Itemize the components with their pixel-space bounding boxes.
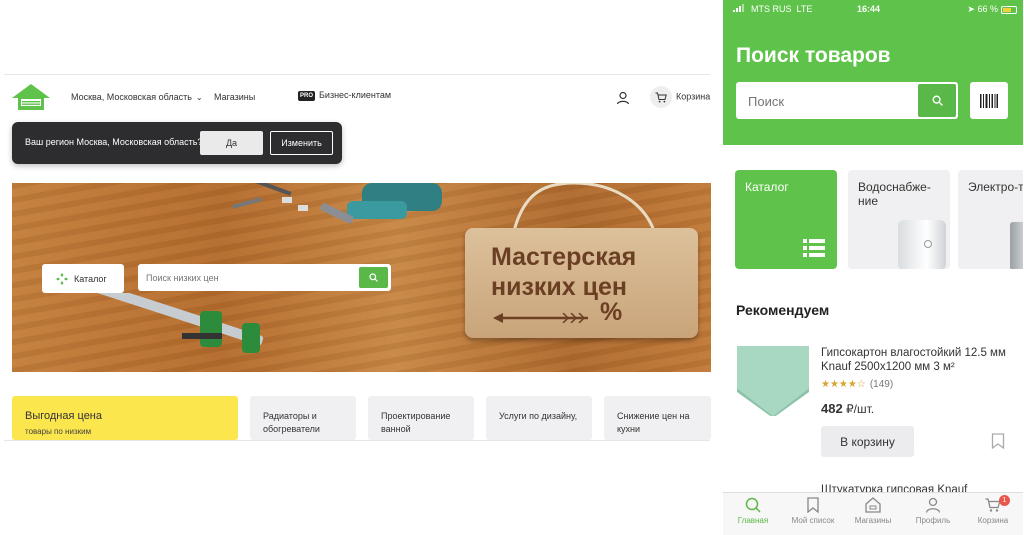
desktop-header: Москва, Московская область ⌄ Магазины PRO… (10, 84, 710, 114)
carrier-info: MTS RUS LTE (733, 4, 812, 14)
arrow-left-icon (493, 313, 588, 323)
change-region-button[interactable]: Изменить (270, 131, 333, 155)
catalog-label: Каталог (74, 273, 107, 284)
battery-info: ➤ 66 % (967, 4, 1017, 15)
network-type: LTE (796, 4, 813, 14)
sign-line-1: Мастерская (491, 243, 637, 271)
banner-search-button[interactable] (359, 267, 388, 288)
tile-subtitle: товары по низким (25, 427, 92, 436)
battery-icon (1001, 5, 1017, 14)
product-image[interactable] (737, 346, 809, 416)
tools-illustration (232, 183, 442, 224)
mobile-search-button[interactable] (918, 84, 956, 117)
tab-label: Мой список (791, 516, 835, 525)
tile-kitchen-discount[interactable]: Снижение цен на кухни (604, 396, 711, 440)
electrical-image (1010, 222, 1023, 269)
tile-bathroom-design[interactable]: Проектирование ванной (368, 396, 474, 440)
add-to-cart-button[interactable]: В корзину (821, 426, 914, 457)
tab-home[interactable]: Главная (723, 497, 783, 525)
rating-count: (149) (869, 379, 894, 390)
category-label: Каталог (745, 180, 789, 194)
leroy-merlin-logo[interactable] (12, 84, 50, 112)
category-catalog[interactable]: Каталог (735, 170, 837, 269)
cart-icon (650, 86, 672, 108)
search-icon (369, 273, 378, 282)
location-icon: ➤ (967, 4, 975, 14)
tab-label: Профиль (915, 516, 951, 525)
price-value: 482 (821, 401, 843, 416)
tab-my-list[interactable]: Мой список (783, 497, 843, 525)
profile-icon (925, 497, 941, 513)
mobile-app: MTS RUS LTE 16:44 ➤ 66 % Поиск товаров П… (723, 0, 1023, 535)
category-label: Водоснабже-ние (858, 180, 931, 208)
battery-percent: 66 % (977, 4, 998, 14)
desktop-site: Москва, Московская область ⌄ Магазины PRO… (0, 0, 716, 535)
product-price: 482 ₽/шт. (821, 401, 874, 416)
star-rating-icon: ★★★★☆ (821, 379, 866, 390)
mobile-search (736, 82, 958, 119)
tab-cart[interactable]: 1 Корзина (963, 495, 1023, 525)
mobile-header: MTS RUS LTE 16:44 ➤ 66 % Поиск товаров (723, 0, 1023, 145)
category-label: Электро-товары (968, 180, 1023, 194)
mobile-page-title: Поиск товаров (736, 44, 891, 67)
category-water-supply[interactable]: Водоснабже-ние (848, 170, 950, 269)
confirm-region-button[interactable]: Да (200, 131, 263, 155)
store-icon (865, 497, 881, 513)
chevron-down-icon: ⌄ (195, 93, 203, 102)
user-icon[interactable] (616, 91, 630, 105)
sign-rope (512, 183, 656, 231)
list-icon (803, 239, 825, 257)
header-divider (4, 74, 710, 75)
tab-label: Магазины (854, 516, 892, 525)
price-unit: ₽/шт. (846, 402, 875, 416)
signal-icon (733, 4, 744, 12)
banner-search (138, 264, 391, 291)
tab-stores[interactable]: Магазины (843, 497, 903, 525)
status-time: 16:44 (857, 4, 881, 14)
content-divider (4, 440, 710, 441)
sign-percent: % (600, 298, 623, 326)
cart-count-badge: 1 (999, 495, 1010, 506)
tab-label: Главная (737, 516, 769, 525)
tile-radiators[interactable]: Радиаторы и обогреватели (250, 396, 356, 440)
promo-sign: Мастерская низких цен % (465, 228, 698, 338)
status-bar: MTS RUS LTE 16:44 ➤ 66 % (723, 0, 1023, 18)
bookmark-icon (807, 497, 819, 513)
product-name[interactable]: Гипсокартон влагостойкий 12.5 мм Knauf 2… (821, 346, 1016, 374)
region-confirm-popup: Ваш регион Москва, Московская область? Д… (12, 122, 342, 164)
tab-profile[interactable]: Профиль (903, 497, 963, 525)
recommend-heading: Рекомендуем (736, 302, 830, 318)
business-label: Бизнес-клиентам (319, 90, 392, 100)
catalog-button[interactable]: Каталог (42, 264, 124, 293)
cart-link[interactable]: Корзина (650, 86, 710, 108)
screenshot-root: Москва, Московская область ⌄ Магазины PRO… (0, 0, 1024, 535)
region-selector[interactable]: Москва, Московская область ⌄ (71, 92, 203, 102)
mobile-search-input[interactable] (748, 93, 898, 109)
bottom-tab-bar: Главная Мой список Магазины Профиль 1 Ко… (723, 492, 1023, 535)
catalog-grid-icon (56, 272, 68, 285)
cart-label: Корзина (676, 91, 711, 102)
business-link[interactable]: PRO Бизнес-клиентам (298, 90, 391, 101)
barcode-icon (980, 93, 998, 108)
water-heater-image (898, 220, 946, 269)
promo-banner[interactable]: Каталог Мастерская низких цен % (12, 183, 711, 372)
tab-label: Корзина (977, 516, 1009, 525)
region-label: Москва, Московская область (71, 92, 192, 102)
stores-link[interactable]: Магазины (214, 92, 255, 102)
bookmark-icon[interactable] (991, 433, 1005, 449)
category-electrical[interactable]: Электро-товары (958, 170, 1023, 269)
clamp-illustration (85, 293, 264, 353)
tile-title: Выгодная цена (25, 410, 102, 422)
search-icon (931, 95, 943, 106)
product-rating: ★★★★☆ (149) (821, 379, 893, 390)
carrier-name: MTS RUS (751, 4, 792, 14)
tile-best-price[interactable]: Выгодная цена товары по низким (12, 396, 238, 440)
pro-badge: PRO (298, 90, 316, 101)
barcode-scan-button[interactable] (970, 82, 1008, 119)
category-cards: Каталог Водоснабже-ние Электро-товары (735, 170, 1023, 270)
region-question: Ваш регион Москва, Московская область? (25, 137, 203, 147)
banner-search-input[interactable] (146, 270, 346, 285)
search-icon (745, 497, 761, 513)
tile-design-services[interactable]: Услуги по дизайну, (486, 396, 592, 440)
